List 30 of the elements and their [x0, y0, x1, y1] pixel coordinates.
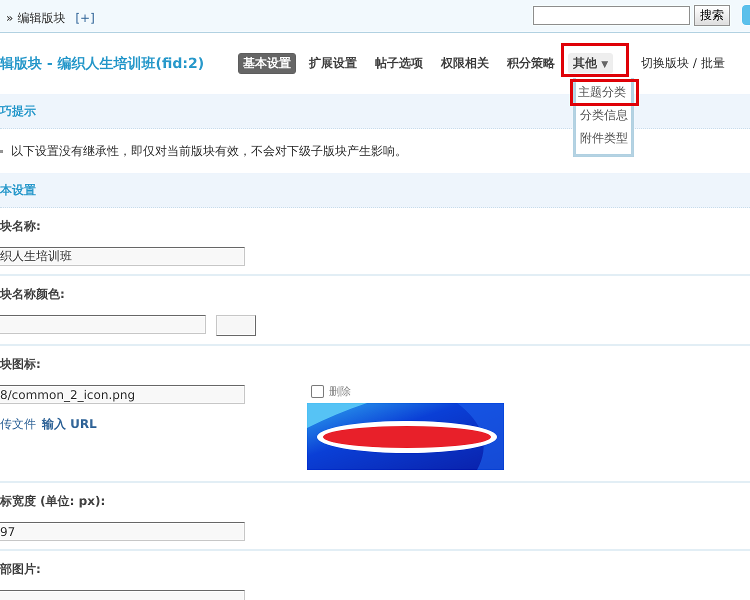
- input-field[interactable]: 8/common_2_icon.png: [0, 385, 245, 404]
- add-link[interactable]: [+]: [75, 11, 95, 25]
- page-title: 辑版块 - 编织人生培训班(fid:2): [0, 54, 206, 72]
- field-label: 标宽度 (单位: px):: [0, 493, 106, 510]
- breadcrumb-text: 编辑版块: [17, 10, 66, 26]
- upload-link[interactable]: 传文件: [0, 416, 36, 433]
- menu-item[interactable]: 主题分类: [572, 81, 637, 104]
- tab[interactable]: 积分策略: [502, 53, 560, 74]
- menu-item[interactable]: 分类信息: [576, 104, 631, 127]
- tab[interactable]: 帖子选项: [370, 53, 428, 74]
- input-field[interactable]: 97: [0, 522, 245, 541]
- dropdown-tab[interactable]: 其他 ▼: [568, 53, 614, 74]
- tab[interactable]: 基本设置: [238, 53, 296, 74]
- field-label: 部图片:: [0, 561, 42, 578]
- breadcrumb-separator: »: [6, 11, 14, 25]
- search-field[interactable]: [533, 6, 690, 24]
- search-button[interactable]: 搜索: [694, 4, 730, 26]
- url-link[interactable]: 输入 URL: [42, 416, 97, 433]
- input-field[interactable]: 织人生培训班: [0, 247, 245, 266]
- tab[interactable]: 扩展设置: [304, 53, 362, 74]
- checkbox-label: 删除: [329, 384, 351, 399]
- bullet-icon: [0, 150, 3, 152]
- tip-text: 以下设置没有继承性，即仅对当前版块有效，不会对下级子版块产生影响。: [11, 142, 407, 160]
- input-field[interactable]: [0, 315, 206, 334]
- tab[interactable]: 权限相关: [436, 53, 494, 74]
- section-header: 本设置: [0, 173, 750, 208]
- checkbox[interactable]: [311, 385, 324, 398]
- menu-item[interactable]: 附件类型: [576, 127, 631, 150]
- navigation-links[interactable]: 切换版块 / 批量: [641, 55, 725, 72]
- color-picker-button[interactable]: [216, 315, 256, 336]
